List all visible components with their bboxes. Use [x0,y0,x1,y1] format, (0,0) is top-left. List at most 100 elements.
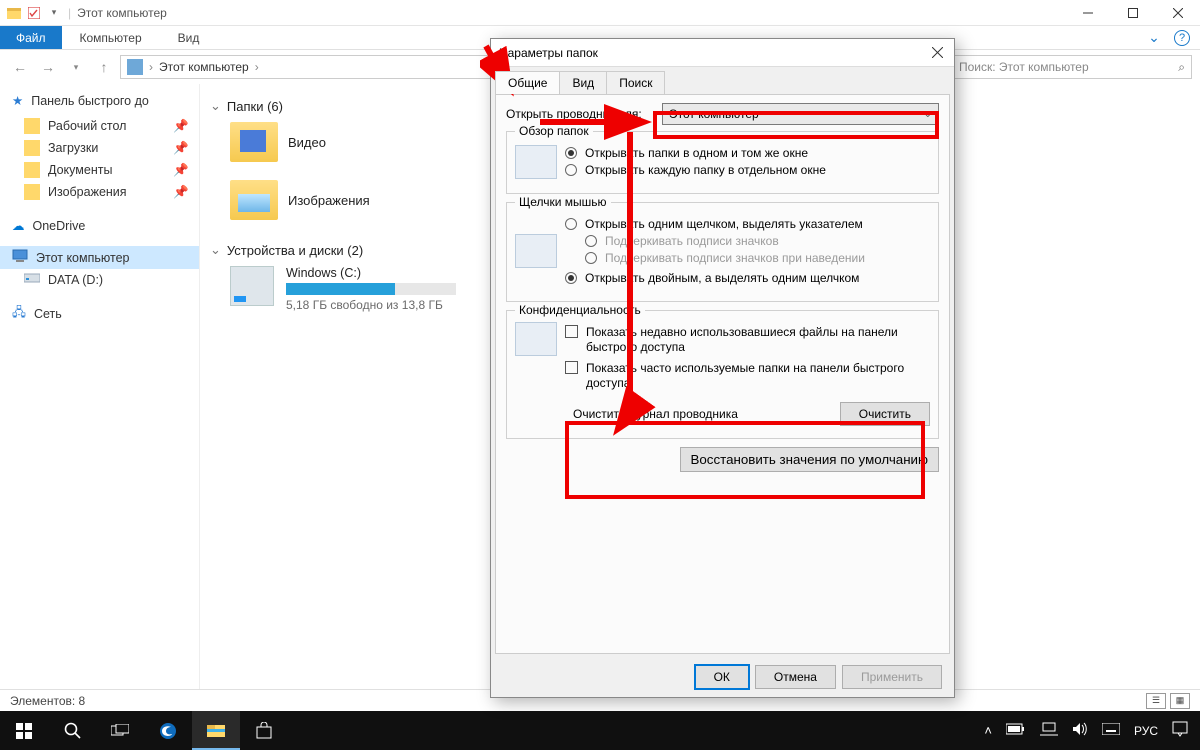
window-title: Этот компьютер [77,6,167,20]
volume-icon[interactable] [1072,722,1088,739]
sidebar-this-pc[interactable]: Этот компьютер [0,246,199,269]
sidebar-item-images[interactable]: Изображения 📌 [0,181,199,203]
dialog-tab-general[interactable]: Общие [495,71,560,94]
browse-icon [515,145,557,179]
network-icon: 🖧 [12,303,26,324]
ok-button[interactable]: ОК [695,665,749,689]
back-button[interactable]: ← [8,55,32,79]
dialog-tab-view[interactable]: Вид [559,71,607,94]
pin-icon: 📌 [173,163,189,178]
radio-new-window[interactable] [565,164,577,176]
forward-button[interactable]: → [36,55,60,79]
properties-icon[interactable] [26,5,42,21]
radio-single-click[interactable] [565,218,577,230]
folder-icon [24,140,40,156]
view-icons-button[interactable]: ▦ [1170,693,1190,709]
sidebar-item-downloads[interactable]: Загрузки 📌 [0,137,199,159]
view-details-button[interactable]: ☰ [1146,693,1166,709]
cancel-button[interactable]: Отмена [755,665,836,689]
drive-icon [24,272,40,287]
pin-icon: 📌 [173,141,189,156]
open-explorer-dropdown[interactable]: Этот компьютер ⌄ [662,103,939,125]
pin-icon: 📌 [173,185,189,200]
sidebar: ★ Панель быстрого до Рабочий стол 📌 Загр… [0,84,200,690]
system-tray: ˄ РУС [984,721,1200,740]
checkbox-frequent-folders[interactable] [565,361,578,374]
privacy-group: Конфиденциальность Показать недавно испо… [506,310,939,439]
sidebar-item-desktop[interactable]: Рабочий стол 📌 [0,115,199,137]
clear-history-label: Очистить журнал проводника [573,407,738,421]
drive-icon [230,266,274,306]
folder-icon [24,184,40,200]
sidebar-item-documents[interactable]: Документы 📌 [0,159,199,181]
caret-down-icon: ⌄ [210,98,221,114]
pin-icon: 📌 [173,119,189,134]
restore-defaults-button[interactable]: Восстановить значения по умолчанию [680,447,940,472]
sidebar-quick-access[interactable]: ★ Панель быстрого до [0,90,199,111]
language-indicator[interactable]: РУС [1134,724,1158,738]
recent-button[interactable]: ▾ [64,55,88,79]
open-explorer-label: Открыть проводник для: [506,107,656,121]
ribbon-tab-computer[interactable]: Компьютер [62,26,160,49]
battery-icon[interactable] [1006,723,1026,738]
taskbar: ˄ РУС [0,711,1200,750]
title-bar: ▾ | Этот компьютер [0,0,1200,26]
ribbon-tab-view[interactable]: Вид [160,26,218,49]
pc-icon [127,59,143,75]
drive-usage-bar [286,283,456,295]
search-icon: ⌕ [1178,60,1185,75]
close-button[interactable] [1155,0,1200,26]
dialog-close-button[interactable] [928,44,946,62]
caret-down-icon: ⌄ [210,242,221,258]
status-item-count: Элементов: 8 [10,694,85,708]
checkbox-recent-files[interactable] [565,325,578,338]
pc-icon [12,249,28,266]
network-icon[interactable] [1040,722,1058,739]
folder-icon [24,162,40,178]
apply-button[interactable]: Применить [842,665,942,689]
start-button[interactable] [0,711,48,750]
edge-button[interactable] [144,711,192,750]
folder-item-images[interactable]: Изображения [230,180,370,220]
breadcrumb[interactable]: Этот компьютер [159,60,249,74]
clear-button[interactable]: Очистить [840,402,930,426]
search-button[interactable] [48,711,96,750]
click-icon [515,234,557,268]
star-icon: ★ [12,93,23,108]
folder-item-video[interactable]: Видео [230,122,326,162]
keyboard-icon[interactable] [1102,723,1120,738]
explorer-button[interactable] [192,711,240,750]
dialog-titlebar: Параметры папок [491,39,954,67]
taskview-button[interactable] [96,711,144,750]
ribbon-expand-icon[interactable]: ⌄ [1134,26,1174,49]
sidebar-item-data[interactable]: DATA (D:) [0,269,199,290]
folder-options-dialog: Параметры папок Общие Вид Поиск Открыть … [490,38,955,698]
minimize-button[interactable] [1065,0,1110,26]
click-items-group: Щелчки мышью Открывать одним щелчком, вы… [506,202,939,302]
radio-underline-hover [585,252,597,264]
maximize-button[interactable] [1110,0,1155,26]
search-input[interactable]: Поиск: Этот компьютер ⌕ [952,55,1192,79]
folder-icon [24,118,40,134]
radio-underline-always [585,235,597,247]
tray-up-icon[interactable]: ˄ [984,723,992,738]
folder-icon [230,122,278,162]
up-button[interactable]: ↑ [92,55,116,79]
browse-folders-group: Обзор папок Открывать папки в одном и то… [506,131,939,194]
help-icon[interactable]: ? [1174,30,1190,46]
explorer-icon [6,5,22,21]
sidebar-onedrive[interactable]: ☁ OneDrive [0,215,199,236]
privacy-icon [515,322,557,356]
chevron-down-icon: ⌄ [924,109,932,120]
dialog-tab-search[interactable]: Поиск [606,71,665,94]
dialog-title: Параметры папок [499,46,598,60]
folder-icon [230,180,278,220]
qat-dropdown-icon[interactable]: ▾ [46,5,62,21]
onedrive-icon: ☁ [12,218,25,233]
radio-same-window[interactable] [565,147,577,159]
file-tab[interactable]: Файл [0,26,62,49]
notifications-icon[interactable] [1172,721,1188,740]
sidebar-network[interactable]: 🖧 Сеть [0,300,199,327]
radio-double-click[interactable] [565,272,577,284]
store-button[interactable] [240,711,288,750]
